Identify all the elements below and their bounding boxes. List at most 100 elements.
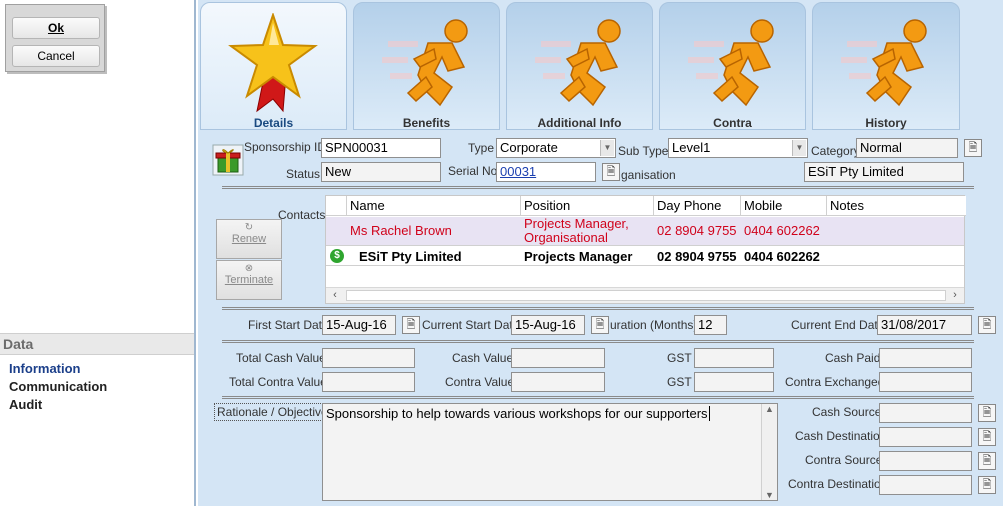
divider (222, 186, 974, 189)
scroll-down-icon[interactable]: ▼ (762, 490, 777, 500)
current-start-date-label: Current Start Date (422, 318, 520, 332)
divider (222, 340, 974, 343)
contra-destination-field[interactable] (879, 475, 972, 495)
serial-no-lookup-icon[interactable]: 🗎 (602, 163, 620, 181)
running-man-icon (535, 19, 621, 107)
horizontal-scrollbar[interactable]: ‹ › (326, 287, 964, 303)
divider (222, 396, 974, 399)
category-field[interactable]: Normal (856, 138, 958, 158)
type-select[interactable]: Corporate ▼ (496, 138, 616, 158)
lookup-icon[interactable]: 🗎 (978, 404, 996, 422)
tab-contra[interactable]: Contra (659, 2, 806, 130)
column-header-position[interactable]: Position (521, 196, 654, 216)
lookup-icon[interactable]: 🗎 (978, 428, 996, 446)
ok-button[interactable]: Ok (12, 17, 100, 39)
rationale-textarea[interactable]: Sponsorship to help towards various work… (322, 403, 778, 501)
current-start-date-field[interactable]: 15-Aug-16 (511, 315, 585, 335)
total-contra-value-field[interactable] (322, 372, 415, 392)
cash-source-field[interactable] (879, 403, 972, 423)
sponsorship-id-label: Sponsorship ID (244, 140, 327, 154)
rationale-value: Sponsorship to help towards various work… (326, 406, 708, 421)
contact-day-phone: 02 8904 9755 (657, 223, 737, 238)
current-end-date-field[interactable]: 31/08/2017 (877, 315, 972, 335)
renew-button[interactable]: ↻ Renew (216, 219, 282, 259)
nav-item-information[interactable]: Information (9, 361, 81, 376)
contact-mobile: 0404 602262 (744, 223, 820, 238)
column-header-day-phone[interactable]: Day Phone (654, 196, 741, 216)
gst-field[interactable] (694, 372, 774, 392)
scrollbar-thumb[interactable] (346, 290, 946, 301)
chevron-down-icon: ▼ (600, 140, 614, 156)
terminate-button-label: Terminate (224, 274, 274, 286)
running-man-icon (688, 19, 774, 107)
tab-benefits[interactable]: Benefits (353, 2, 500, 130)
first-start-date-field[interactable]: 15-Aug-16 (322, 315, 396, 335)
cancel-button[interactable]: Cancel (12, 45, 100, 67)
first-start-date-label: First Start Date (248, 318, 329, 332)
tab-label: Contra (713, 116, 752, 130)
contra-destination-label: Contra Destination (788, 477, 888, 491)
column-header-name[interactable]: Name (347, 196, 521, 216)
column-header-mobile[interactable]: Mobile (741, 196, 827, 216)
gst-field[interactable] (694, 348, 774, 368)
calendar-icon[interactable]: 🗎 (591, 316, 609, 334)
calendar-icon[interactable]: 🗎 (402, 316, 420, 334)
contact-position: Projects Manager (524, 249, 633, 264)
sub-type-value: Level1 (672, 140, 711, 155)
table-row[interactable]: Ms Rachel Brown Projects Manager, Organi… (326, 217, 964, 246)
tab-additional-info[interactable]: Additional Info (506, 2, 653, 130)
contra-source-label: Contra Source (805, 453, 883, 467)
vertical-scrollbar[interactable]: ▲ ▼ (761, 404, 777, 500)
contra-source-field[interactable] (879, 451, 972, 471)
cash-value-label: Cash Value (452, 351, 514, 365)
cash-source-label: Cash Source (812, 405, 882, 419)
scroll-right-icon[interactable]: › (948, 289, 962, 302)
tab-history[interactable]: History (812, 2, 960, 130)
duration-field[interactable]: 12 (694, 315, 727, 335)
total-contra-value-label: Total Contra Value (229, 375, 327, 389)
serial-no-link[interactable]: 00031 (496, 162, 596, 182)
type-value: Corporate (500, 140, 558, 155)
gst-label: GST (667, 351, 692, 365)
cash-paid-field[interactable] (879, 348, 972, 368)
nav-item-communication[interactable]: Communication (9, 379, 107, 394)
terminate-button[interactable]: ⊗ Terminate (216, 260, 282, 300)
renew-button-label: Renew (231, 233, 267, 245)
table-row[interactable]: $ ESiT Pty Limited Projects Manager 02 8… (326, 247, 964, 266)
gift-icon[interactable] (212, 144, 244, 176)
contra-value-field[interactable] (511, 372, 605, 392)
text-cursor (708, 406, 710, 421)
total-cash-value-label: Total Cash Value (236, 351, 326, 365)
nav-item-audit[interactable]: Audit (9, 397, 42, 412)
column-header-notes[interactable]: Notes (827, 196, 966, 216)
cash-destination-label: Cash Destination (795, 429, 887, 443)
running-man-icon (382, 19, 468, 107)
duration-label: uration (Months) (610, 318, 698, 332)
lookup-icon[interactable]: 🗎 (978, 452, 996, 470)
tab-details[interactable]: Details (200, 2, 347, 130)
contra-exchanged-label: Contra Exchanged (785, 375, 885, 389)
divider (222, 307, 974, 310)
type-label: Type (468, 141, 495, 155)
serial-no-label: Serial No (448, 164, 498, 178)
contact-name: ESiT Pty Limited (359, 249, 462, 264)
cash-value-field[interactable] (511, 348, 605, 368)
sub-type-select[interactable]: Level1 ▼ (668, 138, 808, 158)
row-indicator-header (326, 196, 347, 216)
organisation-field[interactable]: ESiT Pty Limited (804, 162, 964, 182)
contra-exchanged-field[interactable] (879, 372, 972, 392)
scroll-up-icon[interactable]: ▲ (762, 404, 777, 414)
category-lookup-icon[interactable]: 🗎 (964, 139, 982, 157)
rationale-label: Rationale / Objectives (214, 403, 337, 421)
status-field[interactable]: New (321, 162, 441, 182)
scroll-left-icon[interactable]: ‹ (328, 289, 342, 302)
total-cash-value-field[interactable] (322, 348, 415, 368)
chevron-down-icon: ▼ (792, 140, 806, 156)
sponsorship-id-field[interactable]: SPN00031 (321, 138, 441, 158)
contact-day-phone: 02 8904 9755 (657, 249, 737, 264)
contacts-label: Contacts (278, 208, 326, 222)
tab-label: Benefits (402, 116, 451, 130)
calendar-icon[interactable]: 🗎 (978, 316, 996, 334)
lookup-icon[interactable]: 🗎 (978, 476, 996, 494)
cash-destination-field[interactable] (879, 427, 972, 447)
